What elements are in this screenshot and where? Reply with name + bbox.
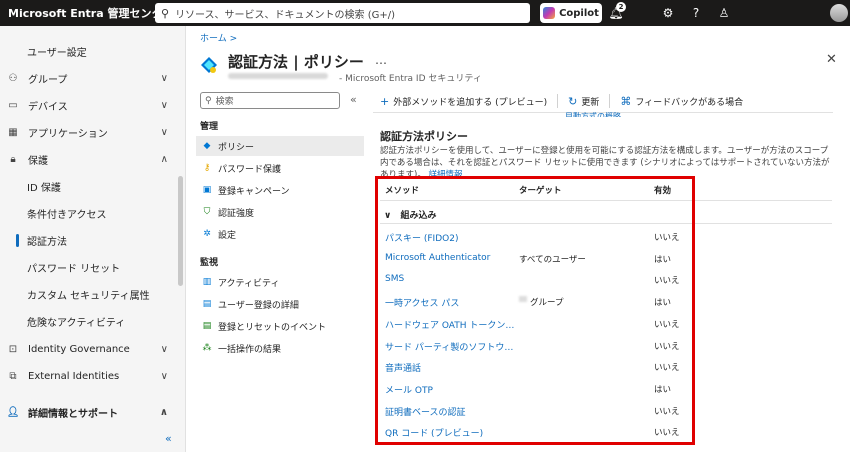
nav-item-id-protection[interactable]: ID 保護 [0, 173, 178, 200]
chevron-down-icon: ∨ [160, 344, 168, 355]
nav-item-devices[interactable]: ▭ デバイス ∨ [0, 92, 178, 119]
nav-item-groups[interactable]: ⚇ グループ ∨ [0, 65, 178, 92]
policy-diamond-icon: ◆ [203, 141, 211, 151]
refresh-button[interactable]: ↻ 更新 [568, 95, 599, 108]
menu-item-authentication-strengths[interactable]: ⛉ 認証強度 [196, 202, 364, 222]
highlight-box [375, 176, 695, 445]
governance-icon: ⊡ [8, 344, 18, 355]
refresh-icon: ↻ [568, 94, 578, 108]
collapse-nav-button[interactable]: « [165, 432, 172, 445]
nav-item-risky-activities[interactable]: 危険なアクティビティ [0, 308, 178, 335]
campaign-icon: ▣ [202, 185, 212, 195]
partial-link[interactable]: 目動方式の概略 [565, 111, 621, 117]
menu-item-password-protection[interactable]: ⚷ パスワード保護 [196, 158, 364, 178]
command-separator [557, 94, 559, 108]
lock-icon: 🔒︎ [10, 154, 16, 165]
blurred-tenant-name [228, 73, 328, 79]
nav-item-protection[interactable]: 🔒︎ 保護 ∧ [0, 146, 178, 173]
menu-search-input[interactable]: ⚲ 検索 [200, 92, 340, 109]
breadcrumb[interactable]: ホーム > [200, 31, 237, 44]
details-icon: ▤ [202, 299, 212, 309]
menu-item-settings[interactable]: ✲ 設定 [196, 224, 364, 244]
menu-search-placeholder: 検索 [215, 97, 234, 107]
help-icon[interactable]: ? [688, 5, 704, 21]
policy-section-title: 認証方法ポリシー [380, 130, 468, 143]
apps-icon: ▦ [8, 127, 18, 138]
feedback-icon: ⌘ [620, 94, 632, 108]
page-subtitle: - Microsoft Entra ID セキュリティ [339, 74, 482, 84]
global-search-input[interactable]: ⚲ リソース、サービス、ドキュメントの検索 (G+/) [155, 3, 530, 23]
bulk-users-icon: ⁂ [202, 343, 212, 353]
nav-item-custom-security-attributes[interactable]: カスタム セキュリティ属性 [0, 281, 178, 308]
copilot-label: Copilot [559, 7, 599, 19]
external-icon: ⧉ [9, 371, 17, 382]
chevron-up-icon: ∧ [160, 154, 168, 165]
gear-icon: ✲ [203, 229, 211, 239]
support-icon: 👤︎ [6, 407, 20, 418]
menu-collapse-button[interactable]: « [350, 93, 357, 106]
avatar[interactable] [830, 4, 848, 22]
copilot-button[interactable]: Copilot [540, 3, 602, 23]
search-placeholder: リソース、サービス、ドキュメントの検索 (G+/) [175, 9, 396, 21]
menu-item-policies[interactable]: ◆ ポリシー [196, 136, 364, 156]
feedback-icon[interactable]: ♙ [716, 5, 732, 21]
nav-item-learn-support[interactable]: 👤︎ 詳細情報とサポート ∧ [0, 399, 178, 426]
menu-section-monitoring: 監視 [200, 258, 219, 268]
group-icon: ⚇ [8, 73, 18, 84]
entra-diamond-icon [201, 57, 217, 73]
menu-item-registration-reset-events[interactable]: ▤ 登録とリセットのイベント [196, 316, 364, 336]
nav-item-password-reset[interactable]: パスワード リセット [0, 254, 178, 281]
nav-item-identity-governance[interactable]: ⊡ Identity Governance ∨ [0, 336, 178, 363]
more-options-button[interactable]: … [375, 53, 387, 67]
chevron-up-icon: ∧ [159, 407, 168, 418]
nav-item-conditional-access[interactable]: 条件付きアクセス [0, 200, 178, 227]
command-separator [609, 94, 611, 108]
chart-icon: ▥ [202, 277, 212, 287]
plus-icon: + [380, 94, 390, 108]
chevron-down-icon: ∨ [160, 100, 168, 111]
menu-section-manage: 管理 [200, 122, 219, 132]
menu-item-activity[interactable]: ▥ アクティビティ [196, 272, 364, 292]
notification-badge: 2 [616, 2, 626, 12]
chevron-down-icon: ∨ [160, 73, 168, 84]
close-button[interactable]: ✕ [826, 52, 837, 67]
nav-item-authentication-methods[interactable]: 認証方法 [0, 227, 178, 254]
copilot-icon [543, 7, 556, 19]
left-navigation: ユーザー設定 ⚇ グループ ∨ ▭ デバイス ∨ ▦ アプリケーション ∨ 🔒︎… [0, 26, 186, 452]
menu-item-user-registration-details[interactable]: ▤ ユーザー登録の詳細 [196, 294, 364, 314]
add-external-method-button[interactable]: + 外部メソッドを追加する (プレビュー) [380, 95, 547, 108]
page-title: 認証方法 | ポリシー [228, 53, 364, 71]
chevron-down-icon: ∨ [160, 371, 168, 382]
nav-item-user-settings[interactable]: ユーザー設定 [0, 38, 178, 65]
shield-icon: ⛉ [203, 207, 211, 217]
command-bar: + 外部メソッドを追加する (プレビュー) ↻ 更新 ⌘ フィードバックがある場… [380, 92, 753, 110]
feedback-button[interactable]: ⌘ フィードバックがある場合 [620, 95, 743, 108]
events-icon: ▤ [202, 321, 212, 331]
key-icon: ⚷ [203, 163, 211, 173]
menu-item-registration-campaign[interactable]: ▣ 登録キャンペーン [196, 180, 364, 200]
settings-gear-icon[interactable]: ⚙ [660, 5, 676, 21]
nav-scrollbar[interactable] [178, 176, 183, 286]
devices-icon: ▭ [8, 100, 18, 111]
nav-item-applications[interactable]: ▦ アプリケーション ∨ [0, 119, 178, 146]
nav-item-external-identities[interactable]: ⧉ External Identities ∨ [0, 363, 178, 390]
search-icon: ⚲ [205, 95, 212, 106]
menu-item-bulk-operation-results[interactable]: ⁂ 一括操作の結果 [196, 338, 364, 358]
chevron-down-icon: ∨ [160, 127, 168, 138]
